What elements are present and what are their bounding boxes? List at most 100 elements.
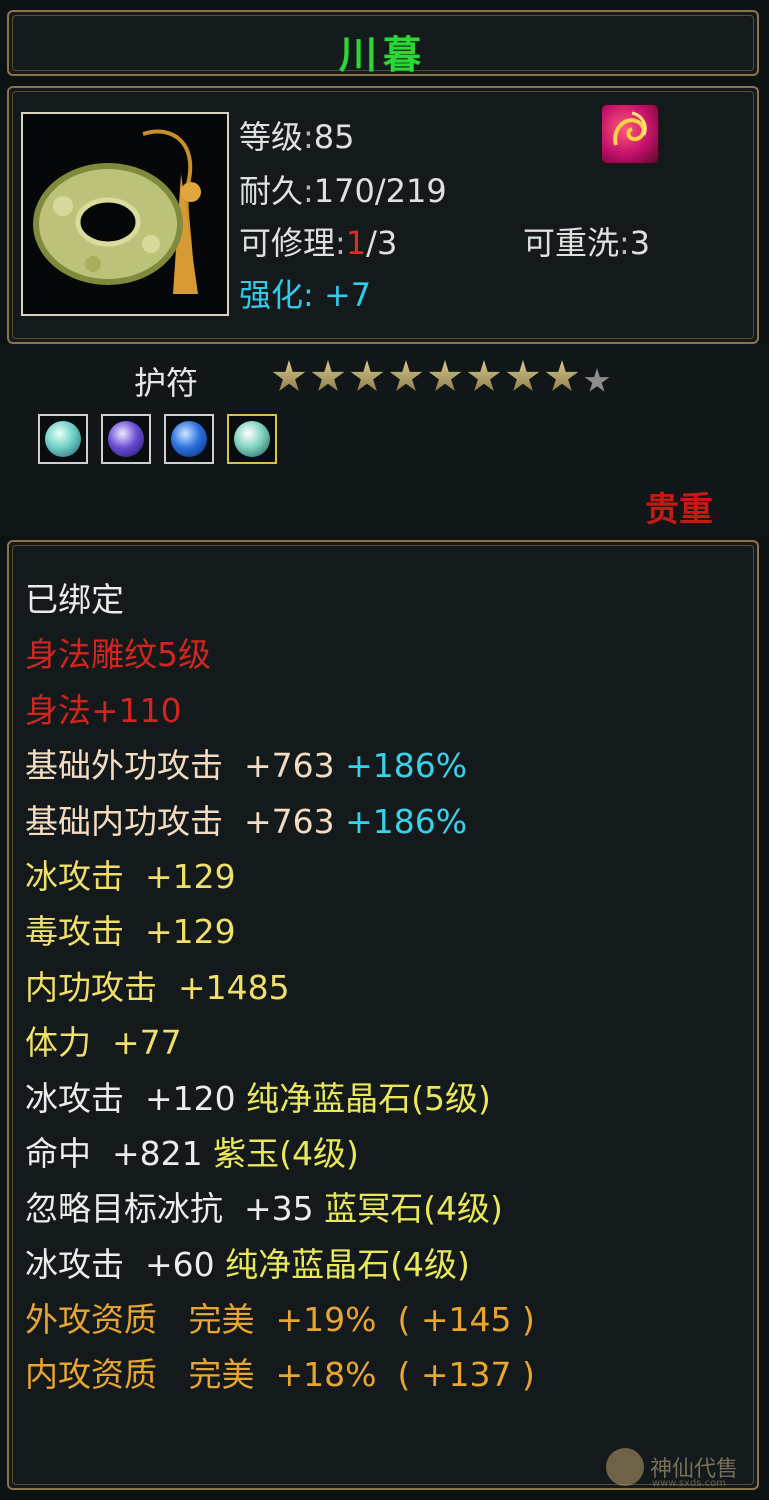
purple-jade-gem-icon [108,421,145,457]
star-filled-icon [428,360,462,391]
aptitude-line: 内攻资质 完美 +18% ( +137 ) [25,1347,535,1402]
stat-label: 冰攻击 [25,1244,124,1284]
durability-label: 耐久 [239,172,304,210]
gem-slot[interactable] [227,414,278,464]
stat-line: 基础外功攻击 +763 +186% [25,738,535,793]
item-info-panel: 等级:85 耐久:170/219 可修理:1/3 可重洗:3 强化: +7 [7,86,759,344]
stat-value: +129 [144,912,236,952]
star-filled-icon [467,360,501,391]
separator: : [303,172,314,210]
separator: : [303,276,314,314]
item-stats-panel: 已绑定 身法雕纹5级 身法+110 基础外功攻击 +763 +186% 基础内功… [7,540,759,1490]
gem-level: (4级) [279,1133,359,1173]
item-type: 护符 [134,364,199,402]
durability-value: 170/219 [313,172,447,210]
gem-name: 紫玉 [213,1133,280,1173]
gem-name: 纯净蓝晶石 [246,1078,412,1118]
star-filled-icon [272,360,306,391]
gem-stat-line: 冰攻击 +60 纯净蓝晶石(4级) [25,1237,535,1292]
stat-bonus: +186% [345,801,468,841]
gem-slot[interactable] [38,414,88,464]
item-name: 川暮 [338,33,427,77]
stat-value: +821 [111,1133,203,1173]
stat-label: 已绑定 [25,580,124,619]
separator: : [335,224,346,262]
cyan-jade-gem-icon [45,421,81,457]
stat-extra: ( +145 ) [397,1300,535,1340]
stat-label: 基础外功攻击 [25,746,223,786]
stat-bonus: +19% [275,1300,377,1340]
stat-line: 身法+110 [25,683,535,738]
gem-level: (4级) [423,1189,503,1229]
repair-label: 可修理 [239,224,336,262]
stat-value: 完美 [188,1355,255,1395]
gem-stat-line: 命中 +821 紫玉(4级) [25,1126,535,1181]
stat-line: 基础内功攻击 +763 +186% [25,794,535,849]
gem-stat-line: 忽略目标冰抗 +35 蓝冥石(4级) [25,1181,535,1236]
enhance-label: 强化 [239,276,304,314]
stat-label: 冰攻击 [25,856,124,896]
star-filled-icon [506,360,540,391]
stat-label: 命中 [25,1133,91,1173]
level-label: 等级 [239,118,304,156]
gem-slot[interactable] [164,414,215,464]
rewash-row: 可重洗:3 [523,218,650,264]
stat-value: +763 [243,746,335,786]
item-title-bar: 川暮 [7,10,759,77]
repair-used: 1 [345,224,367,262]
agility-swirl-icon[interactable] [601,104,659,164]
enhance-value: +7 [323,276,372,314]
star-filled-icon [350,360,384,391]
gem-slot[interactable] [101,414,152,464]
gem-name: 蓝冥石 [324,1189,424,1229]
gem-slots [38,414,285,464]
stat-label: 内攻资质 [25,1355,157,1395]
star-empty-icon [584,368,610,392]
stat-line: 身法雕纹5级 [25,627,535,682]
stat-label: 忽略目标冰抗 [25,1189,223,1229]
stat-label: 身法雕纹5级 [25,635,211,675]
stat-value: +120 [144,1078,236,1118]
separator: : [303,118,314,156]
repair-row: 可修理:1/3 [239,218,397,264]
gem-level: (4级) [390,1244,470,1284]
rewash-value: 3 [629,224,651,262]
aptitude-line: 外攻资质 完美 +19% ( +145 ) [25,1292,535,1347]
mascot-logo-icon [606,1448,644,1486]
stat-value: +129 [144,856,236,896]
level-row: 等级:85 [239,112,355,158]
stat-label: 体力 [25,1023,91,1063]
stat-value: +763 [243,801,335,841]
stat-line: 内功攻击 +1485 [25,960,535,1015]
star-filled-icon [545,360,579,391]
stat-line: 体力 +77 [25,1015,535,1070]
enhance-row: 强化: +7 [239,270,371,316]
stat-value: +77 [111,1023,182,1063]
stat-label: 身法+110 [25,690,182,730]
stat-value: 完美 [188,1300,255,1340]
stat-line: 毒攻击 +129 [25,904,535,959]
stat-label: 冰攻击 [25,1078,124,1118]
stat-label: 外攻资质 [25,1300,157,1340]
star-filled-icon [389,360,423,391]
stat-label: 基础内功攻击 [25,801,223,841]
stat-value: +60 [144,1244,215,1284]
separator: : [619,224,630,262]
durability-row: 耐久:170/219 [239,166,447,212]
rewash-label: 可重洗 [523,224,620,262]
stat-label: 毒攻击 [25,912,124,952]
watermark: 神仙代售 www.sxds.com [606,1440,766,1494]
level-value: 85 [313,118,355,156]
watermark-url: www.sxds.com [652,1478,727,1489]
stat-bonus: +18% [275,1355,377,1395]
stat-label: 内功攻击 [25,967,157,1007]
rarity-label: 贵重 [645,490,713,530]
stat-extra: ( +137 ) [397,1355,535,1395]
stat-bonus: +186% [345,746,468,786]
jade-ring-amulet-icon[interactable] [21,112,229,316]
blue-crystal-gem-icon [171,421,208,457]
stat-line: 冰攻击 +129 [25,849,535,904]
star-filled-icon [311,360,345,391]
stat-value: +1485 [177,967,290,1007]
bind-status: 已绑定 [25,572,535,627]
